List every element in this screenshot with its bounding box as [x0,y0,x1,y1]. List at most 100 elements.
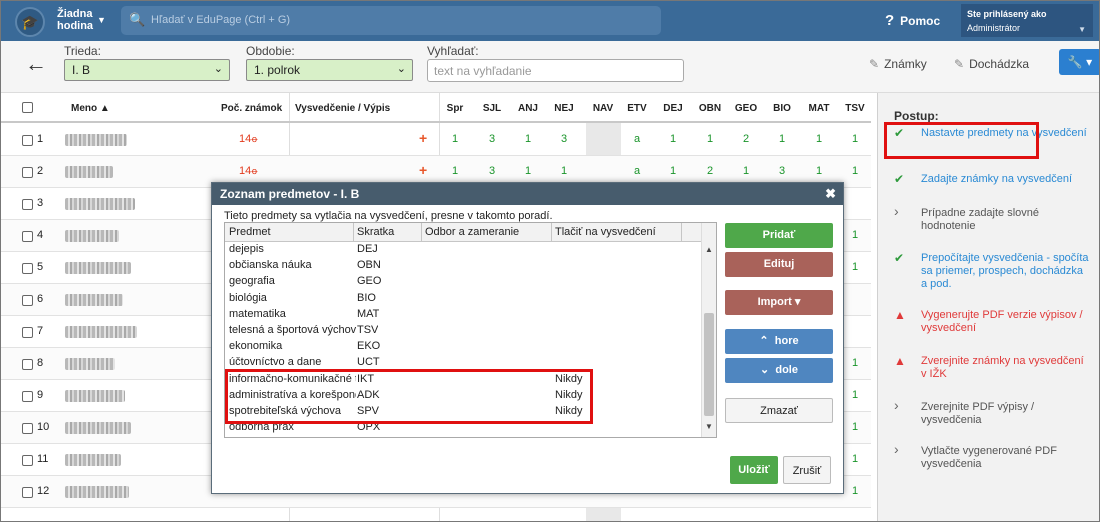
student-name[interactable] [65,198,135,210]
add-icon[interactable]: + [419,162,427,178]
student-name[interactable] [65,166,113,178]
count-column-header: Poč. známok [221,103,283,114]
column-separator [681,223,682,242]
student-name[interactable] [65,230,119,242]
tools-button[interactable]: 🔧 ▾ [1059,49,1099,75]
grade-cell[interactable]: a [619,133,655,145]
grade-cell[interactable]: 1 [546,165,582,177]
edit-button[interactable]: Edituj [725,252,833,277]
grade-count[interactable]: 14ꝋ [239,133,258,145]
step-label: Zadajte známky na vysvedčení [921,173,1073,185]
grade-cell[interactable]: 3 [764,165,800,177]
help-button[interactable]: ? Pomoc [885,12,940,29]
student-name[interactable] [65,454,121,466]
attendance-label: Dochádzka [969,57,1030,71]
class-select[interactable]: I. B ⌄ [64,59,230,81]
subjects-scrollbar[interactable]: ▲ ▼ [701,223,716,437]
student-name[interactable] [65,486,129,498]
chevron-down-icon: ▼ [1078,25,1086,34]
grade-cell[interactable]: 3 [474,165,510,177]
scroll-down-icon[interactable]: ▼ [705,422,713,431]
delete-button[interactable]: Zmazať [725,398,833,423]
grade-cell[interactable]: 1 [837,165,871,177]
row-checkbox[interactable] [22,167,33,181]
move-up-button[interactable]: ⌃ hore [725,329,833,354]
scroll-thumb[interactable] [704,313,714,416]
grade-count[interactable]: 14ꝋ [239,165,258,177]
row-checkbox[interactable] [22,391,33,405]
grade-cell[interactable]: 1 [437,165,473,177]
cancel-button[interactable]: Zrušiť [783,456,831,484]
grade-cell[interactable]: 1 [510,165,546,177]
student-name[interactable] [65,262,131,274]
attendance-button[interactable]: ✎ Dochádzka [954,57,1029,71]
chevron-down-icon[interactable]: ▼ [97,15,106,25]
name-column-header[interactable]: Meno ▲ [71,103,110,114]
grade-cell[interactable]: 1 [655,133,691,145]
user-menu[interactable]: Ste prihlásený ako Administrátor ▼ [961,4,1093,37]
list-item[interactable]: dejepis DEJ [225,242,701,258]
student-name[interactable] [65,326,137,338]
move-down-button[interactable]: ⌄ dole [725,358,833,383]
step-label: Prípadne zadajte slovné hodnotenie [921,207,1040,232]
row-checkbox[interactable] [22,135,33,149]
select-all-checkbox[interactable] [22,102,33,116]
mortarboard-icon[interactable]: 🎓 [15,7,45,37]
hour-selector[interactable]: Žiadna hodina [57,8,97,32]
list-item[interactable]: ekonomika EKO [225,339,701,355]
grade-cell[interactable]: 2 [692,165,728,177]
close-icon[interactable]: ✖ [825,186,836,202]
grade-cell[interactable]: 1 [801,133,837,145]
save-button[interactable]: Uložiť [730,456,778,484]
student-name[interactable] [65,390,125,402]
grade-cell[interactable]: 1 [837,133,871,145]
back-arrow-icon[interactable]: ← [25,51,47,77]
grade-cell[interactable]: 1 [655,165,691,177]
list-item[interactable]: geografia GEO [225,274,701,290]
row-checkbox[interactable] [22,487,33,501]
user-line1: Ste prihlásený ako [967,9,1047,19]
grade-cell[interactable]: a [619,165,655,177]
grade-cell[interactable]: 3 [474,133,510,145]
grade-cell[interactable]: 2 [728,133,764,145]
row-checkbox[interactable] [22,455,33,469]
row-checkbox[interactable] [22,263,33,277]
grade-cell[interactable]: 1 [692,133,728,145]
student-search-input[interactable]: text na vyhľadanie [427,59,684,82]
table-header: Meno ▲ Poč. známok Vysvedčenie / Výpis S… [1,93,871,123]
grade-cell[interactable]: 1 [728,165,764,177]
scroll-up-icon[interactable]: ▲ [705,245,713,254]
student-name[interactable] [65,358,115,370]
row-checkbox[interactable] [22,359,33,373]
add-icon[interactable]: + [419,130,427,146]
subject-column-header: BIO [773,103,791,114]
grade-cell[interactable]: 1 [801,165,837,177]
list-item[interactable]: občianska náuka OBN [225,258,701,274]
check-icon: ✔ [894,251,905,265]
period-select[interactable]: 1. polrok ⌄ [246,59,413,81]
row-checkbox[interactable] [22,423,33,437]
student-name[interactable] [65,294,123,306]
search-label: Vyhľadať: [427,44,479,58]
list-item[interactable]: biológia BIO [225,291,701,307]
grade-cell[interactable]: 1 [437,133,473,145]
move-up-label: hore [774,335,799,347]
list-item[interactable]: matematika MAT [225,307,701,323]
row-checkbox[interactable] [22,199,33,213]
row-checkbox[interactable] [22,327,33,341]
list-item[interactable]: telesná a športová výchova TSV [225,323,701,339]
chevron-up-icon: ⌃ [759,335,769,347]
subject-abbr: DEJ [357,243,378,255]
add-button[interactable]: Pridať [725,223,833,248]
global-search[interactable]: 🔍 Hľadať v EduPage (Ctrl + G) [121,6,661,35]
grade-cell[interactable]: 1 [764,133,800,145]
grade-cell[interactable]: 3 [546,133,582,145]
import-button[interactable]: Import ▾ [725,290,833,315]
student-name[interactable] [65,422,131,434]
row-checkbox[interactable] [22,295,33,309]
student-name[interactable] [65,134,127,146]
grades-button[interactable]: ✎ Známky [869,57,927,71]
grade-cell[interactable]: 1 [510,133,546,145]
subject-abbr: EKO [357,340,381,353]
row-checkbox[interactable] [22,231,33,245]
